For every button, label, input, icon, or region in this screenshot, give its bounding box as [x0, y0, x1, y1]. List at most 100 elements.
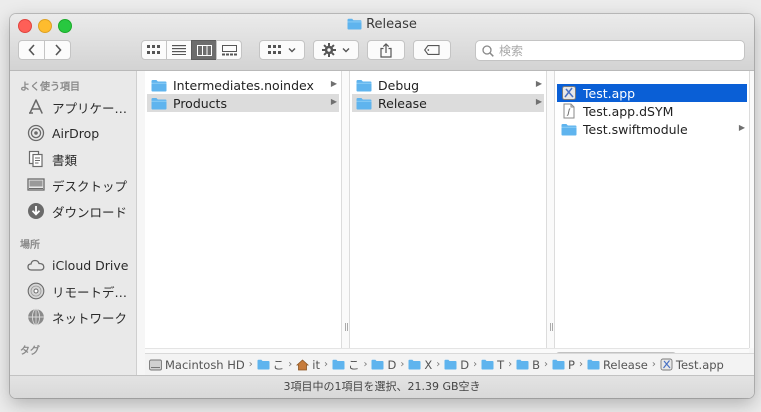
window-title-text: Release [366, 17, 417, 32]
breadcrumb-item[interactable]: D [444, 358, 469, 372]
breadcrumb-item[interactable]: P [552, 358, 575, 372]
sidebar-item-label: iCloud Drive [52, 257, 129, 273]
folder-icon [151, 97, 167, 110]
sidebar-item-label: ダウンロード [52, 204, 128, 220]
sidebar-item-network[interactable]: ネットワーク [27, 306, 135, 328]
folder-icon [347, 18, 362, 34]
airdrop-icon [27, 124, 45, 142]
breadcrumb-item[interactable]: D [371, 358, 396, 372]
folder-icon [408, 359, 421, 370]
sidebar-item-documents[interactable]: 書類 [27, 148, 135, 170]
chevron-right-icon [54, 44, 62, 56]
sidebar-header-locations: 場所 [20, 240, 40, 251]
breadcrumb-item[interactable]: X [408, 358, 432, 372]
breadcrumb-separator-icon: › [544, 359, 549, 370]
column-resize-handle[interactable] [546, 71, 555, 348]
breadcrumb-label: こ [347, 357, 360, 372]
list-icon [172, 45, 186, 55]
downloads-icon [27, 202, 45, 220]
breadcrumb-separator-icon: › [473, 359, 478, 370]
breadcrumb-item[interactable]: Macintosh HD [149, 358, 245, 372]
list-item-label: Test.app.dSYM [583, 103, 674, 119]
folder-icon [356, 79, 372, 92]
share-button[interactable] [367, 40, 405, 60]
grid-icon [147, 45, 160, 54]
sidebar-item-airdrop[interactable]: AirDrop [27, 122, 135, 144]
icon-view-button[interactable] [141, 40, 167, 60]
breadcrumb-item[interactable]: Test.app [660, 358, 724, 372]
sidebar-item-label: リモートデ… [52, 284, 128, 300]
column-resize-handle[interactable] [341, 71, 350, 348]
view-mode-selector [141, 40, 242, 60]
breadcrumb-separator-icon: › [651, 359, 656, 370]
breadcrumb-label: it [312, 357, 320, 372]
desktop-icon [27, 176, 45, 194]
list-item[interactable]: Test.swiftmodule ▶ [557, 120, 747, 138]
breadcrumb-item[interactable]: Release [587, 358, 648, 372]
icloud-icon [27, 256, 45, 274]
sidebar-item-label: デスクトップ [52, 178, 128, 194]
browser-column-1: Intermediates.noindex ▶ Products ▶ [145, 71, 341, 348]
back-button[interactable] [18, 40, 45, 60]
breadcrumb-label: D [460, 357, 470, 372]
browser-column-3: Test.app Test.app.dSYM Test.swiftmodule … [555, 71, 749, 348]
breadcrumb-item[interactable]: T [481, 358, 504, 372]
breadcrumb-label: X [424, 357, 433, 372]
breadcrumb-item[interactable]: B [516, 358, 540, 372]
sidebar-item-icloud-drive[interactable]: iCloud Drive [27, 254, 135, 276]
sidebar-header-tags: タグ [20, 346, 40, 357]
disclosure-arrow-icon: ▶ [535, 79, 542, 88]
search-icon [482, 44, 494, 57]
list-item[interactable]: Debug ▶ [352, 76, 544, 94]
list-item-label: Intermediates.noindex [173, 77, 314, 93]
forward-button[interactable] [44, 40, 71, 60]
sidebar-item-label: 書類 [52, 152, 78, 168]
sidebar-item-label: アプリケー… [52, 100, 128, 116]
gallery-view-button[interactable] [216, 40, 242, 60]
breadcrumb-item[interactable]: こ [332, 357, 360, 373]
list-item-selected[interactable]: Products ▶ [147, 94, 339, 112]
path-bar: Macintosh HD › こ › it › こ › D › X › D › T › B › P › Release ›… [145, 353, 754, 375]
sidebar-item-applications[interactable]: アプリケー… [27, 96, 135, 118]
disclosure-arrow-icon: ▶ [738, 123, 745, 132]
tags-button[interactable] [413, 40, 451, 60]
breadcrumb-item[interactable]: it [296, 358, 320, 372]
action-button[interactable] [313, 40, 359, 60]
list-item-selected[interactable]: Release ▶ [352, 94, 544, 112]
column-resize-handle[interactable] [749, 71, 754, 348]
folder-icon [587, 359, 600, 370]
sidebar-item-remote-disc[interactable]: リモートデ… [27, 280, 135, 302]
toolbar: Release [10, 14, 754, 71]
search-input[interactable] [499, 43, 729, 58]
breadcrumb-label: B [532, 357, 541, 372]
breadcrumb-item[interactable]: こ [257, 357, 285, 373]
tag-icon [424, 45, 440, 55]
breadcrumb-label: こ [272, 357, 285, 372]
browser-column-2: Debug ▶ Release ▶ [350, 71, 546, 348]
folder-icon [444, 359, 457, 370]
sidebar-item-label: AirDrop [52, 125, 100, 141]
group-button[interactable] [259, 40, 305, 60]
sidebar-header-favorites: よく使う項目 [20, 82, 80, 93]
app-icon [561, 85, 577, 101]
list-view-button[interactable] [166, 40, 192, 60]
list-item[interactable]: Test.app.dSYM [557, 102, 747, 120]
list-item-label: Test.app [583, 85, 636, 101]
breadcrumb-separator-icon: › [508, 359, 513, 370]
breadcrumb-label: Test.app [675, 357, 724, 372]
list-item[interactable]: Intermediates.noindex ▶ [147, 76, 339, 94]
navigation-buttons [18, 40, 71, 60]
sidebar: よく使う項目 アプリケー… AirDrop 書類 デスクトップ ダウンロード 場… [10, 71, 137, 375]
column-view-button[interactable] [191, 40, 217, 60]
sidebar-item-downloads[interactable]: ダウンロード [27, 200, 135, 222]
breadcrumb-label: D [387, 357, 397, 372]
folder-icon [516, 359, 529, 370]
sidebar-item-desktop[interactable]: デスクトップ [27, 174, 135, 196]
chevron-down-icon [342, 48, 350, 53]
breadcrumb-separator-icon: › [323, 359, 328, 370]
disclosure-arrow-icon: ▶ [330, 79, 337, 88]
search-field[interactable] [475, 40, 745, 61]
gear-icon [322, 43, 336, 57]
list-item-selected[interactable]: Test.app [557, 84, 747, 102]
folder-icon [257, 359, 270, 370]
